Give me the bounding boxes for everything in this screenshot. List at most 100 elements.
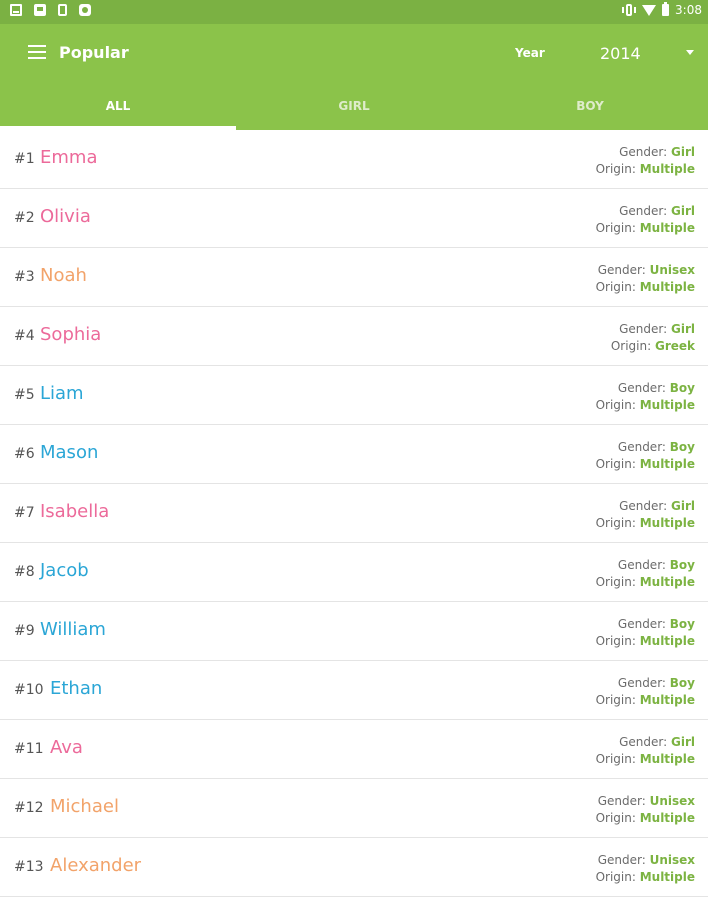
gender-value: Unisex <box>649 263 695 277</box>
gender-value: Boy <box>669 558 695 572</box>
list-item[interactable]: #6 Mason Gender: Boy Origin: Multiple <box>0 425 708 484</box>
list-item[interactable]: #4 Sophia Gender: Girl Origin: Greek <box>0 307 708 366</box>
list-item[interactable]: #8 Jacob Gender: Boy Origin: Multiple <box>0 543 708 602</box>
baby-name: Mason <box>40 442 99 463</box>
name-details: Gender: Boy Origin: Multiple <box>596 557 695 591</box>
gender-label: Gender: <box>617 440 670 454</box>
year-value: 2014 <box>600 44 641 63</box>
origin-value: Multiple <box>639 280 695 294</box>
name-details: Gender: Unisex Origin: Multiple <box>596 793 695 827</box>
origin-value: Multiple <box>639 752 695 766</box>
hamburger-menu-icon[interactable] <box>28 45 46 59</box>
app-bar: Popular Year 2014 ALL GIRL BOY <box>0 24 708 130</box>
gender-value: Girl <box>671 204 695 218</box>
name-details: Gender: Girl Origin: Multiple <box>596 498 695 532</box>
baby-name: Noah <box>40 265 87 286</box>
gender-value: Unisex <box>649 794 695 808</box>
baby-name: William <box>40 619 106 640</box>
gender-label: Gender: <box>617 617 670 631</box>
baby-name: Sophia <box>40 324 102 345</box>
baby-name: Alexander <box>50 855 142 876</box>
origin-label: Origin: <box>595 398 640 412</box>
name-details: Gender: Boy Origin: Multiple <box>596 616 695 650</box>
sd-card-notification-icon <box>58 4 67 16</box>
baby-name: Liam <box>40 383 84 404</box>
gender-value: Boy <box>669 440 695 454</box>
baby-name: Ethan <box>50 678 103 699</box>
year-label: Year <box>515 46 545 60</box>
name-details: Gender: Unisex Origin: Multiple <box>596 262 695 296</box>
year-dropdown[interactable]: 2014 <box>600 42 700 68</box>
list-item[interactable]: #9 William Gender: Boy Origin: Multiple <box>0 602 708 661</box>
name-details: Gender: Girl Origin: Multiple <box>596 203 695 237</box>
list-item[interactable]: #1 Emma Gender: Girl Origin: Multiple <box>0 130 708 189</box>
origin-label: Origin: <box>595 457 640 471</box>
gender-label: Gender: <box>619 735 671 749</box>
rank-number: #4 <box>14 328 35 344</box>
origin-label: Origin: <box>595 752 640 766</box>
origin-value: Multiple <box>639 634 695 648</box>
rank-number: #6 <box>14 446 35 462</box>
tab-all[interactable]: ALL <box>0 94 236 130</box>
list-item[interactable]: #7 Isabella Gender: Girl Origin: Multiple <box>0 484 708 543</box>
battery-icon <box>662 2 670 16</box>
name-details: Gender: Boy Origin: Multiple <box>596 380 695 414</box>
origin-label: Origin: <box>595 280 640 294</box>
name-details: Gender: Unisex Origin: Multiple <box>596 852 695 886</box>
list-item[interactable]: #11 Ava Gender: Girl Origin: Multiple <box>0 720 708 779</box>
origin-label: Origin: <box>595 575 640 589</box>
origin-value: Multiple <box>639 811 695 825</box>
dropdown-arrow-icon <box>686 50 694 55</box>
origin-value: Greek <box>654 339 695 353</box>
name-list: #1 Emma Gender: Girl Origin: Multiple #2 Oliv… <box>0 130 708 897</box>
rank-number: #2 <box>14 210 35 226</box>
notification-icons <box>10 4 91 16</box>
origin-value: Multiple <box>639 162 695 176</box>
gender-value: Girl <box>671 735 695 749</box>
list-item[interactable]: #3 Noah Gender: Unisex Origin: Multiple <box>0 248 708 307</box>
gender-label: Gender: <box>617 381 670 395</box>
gender-value: Boy <box>669 676 695 690</box>
origin-label: Origin: <box>595 221 640 235</box>
baby-name: Jacob <box>40 560 89 581</box>
rank-number: #10 <box>14 682 44 698</box>
photo-notification-icon <box>34 4 46 16</box>
gender-value: Unisex <box>649 853 695 867</box>
gender-label: Gender: <box>619 204 671 218</box>
list-item[interactable]: #2 Olivia Gender: Girl Origin: Multiple <box>0 189 708 248</box>
gender-value: Boy <box>669 381 695 395</box>
rank-number: #13 <box>14 859 44 875</box>
baby-name: Isabella <box>40 501 110 522</box>
gender-value: Boy <box>669 617 695 631</box>
origin-label: Origin: <box>595 811 640 825</box>
name-details: Gender: Boy Origin: Multiple <box>596 439 695 473</box>
gender-label: Gender: <box>617 558 670 572</box>
origin-value: Multiple <box>639 457 695 471</box>
origin-value: Multiple <box>639 575 695 589</box>
gender-value: Girl <box>671 145 695 159</box>
store-notification-icon <box>79 4 91 16</box>
gender-label: Gender: <box>597 853 650 867</box>
tab-girl[interactable]: GIRL <box>236 94 472 130</box>
gender-label: Gender: <box>619 145 671 159</box>
tab-boy[interactable]: BOY <box>472 94 708 130</box>
screen-notification-icon <box>10 4 22 16</box>
origin-value: Multiple <box>639 516 695 530</box>
list-item[interactable]: #13 Alexander Gender: Unisex Origin: Multip… <box>0 838 708 897</box>
origin-value: Multiple <box>639 398 695 412</box>
gender-label: Gender: <box>619 322 671 336</box>
origin-value: Multiple <box>639 221 695 235</box>
baby-name: Emma <box>40 147 98 168</box>
status-bar: 3:08 <box>0 0 708 24</box>
list-item[interactable]: #10 Ethan Gender: Boy Origin: Multiple <box>0 661 708 720</box>
name-details: Gender: Boy Origin: Multiple <box>596 675 695 709</box>
name-details: Gender: Girl Origin: Multiple <box>596 734 695 768</box>
rank-number: #7 <box>14 505 35 521</box>
gender-label: Gender: <box>597 794 650 808</box>
list-item[interactable]: #5 Liam Gender: Boy Origin: Multiple <box>0 366 708 425</box>
list-item[interactable]: #12 Michael Gender: Unisex Origin: Multiple <box>0 779 708 838</box>
origin-label: Origin: <box>595 162 640 176</box>
origin-value: Multiple <box>639 693 695 707</box>
origin-label: Origin: <box>610 339 655 353</box>
gender-label: Gender: <box>619 499 671 513</box>
